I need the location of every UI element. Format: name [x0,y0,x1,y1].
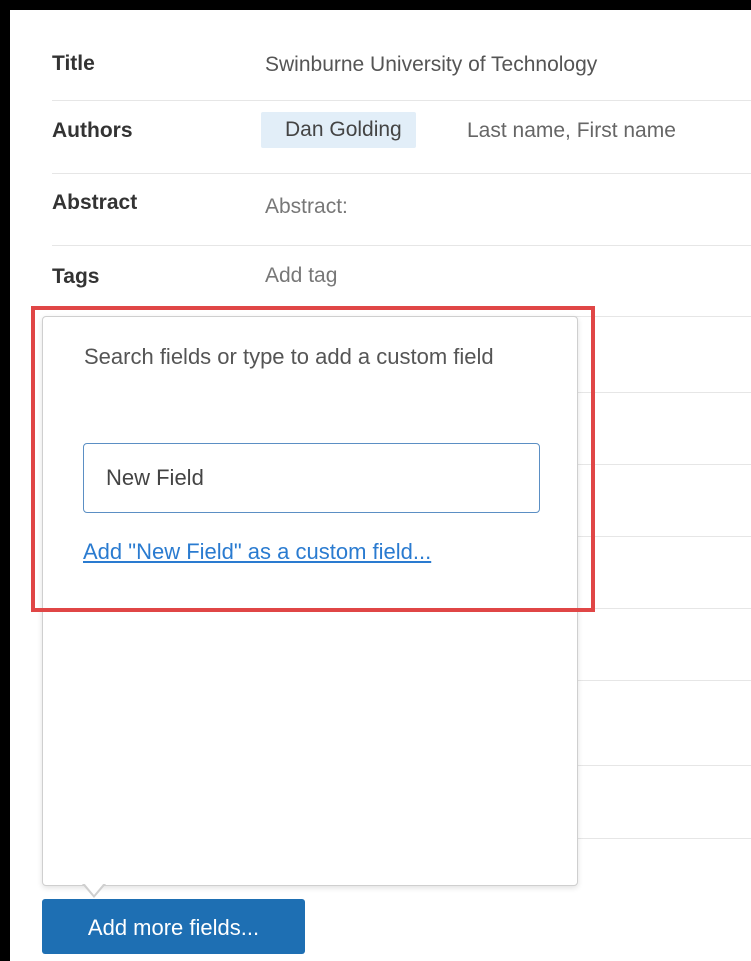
title-row: Title Swinburne University of Technology [52,50,751,101]
field-search-input[interactable] [83,443,540,513]
popover-hint: Search fields or type to add a custom fi… [84,344,494,369]
popover-arrow-fill [84,883,104,895]
author-chip[interactable]: Dan Golding [261,112,416,148]
add-custom-field-link[interactable]: Add "New Field" as a custom field... [83,539,431,565]
abstract-row: Abstract Abstract: [52,174,751,246]
authors-row: Authors Dan Golding Last name, First nam… [52,101,751,174]
authors-label: Authors [52,119,133,142]
abstract-input[interactable]: Abstract: [265,195,348,219]
tag-input[interactable]: Add tag [265,264,337,288]
abstract-label: Abstract [52,191,138,214]
title-value[interactable]: Swinburne University of Technology [265,53,597,77]
tags-row: Tags Add tag [52,246,751,317]
add-field-popover: Search fields or type to add a custom fi… [42,316,578,886]
title-label: Title [52,52,95,75]
tags-label: Tags [52,265,100,288]
add-more-fields-button[interactable]: Add more fields... [42,899,305,954]
author-name-input[interactable]: Last name, First name [467,119,676,143]
